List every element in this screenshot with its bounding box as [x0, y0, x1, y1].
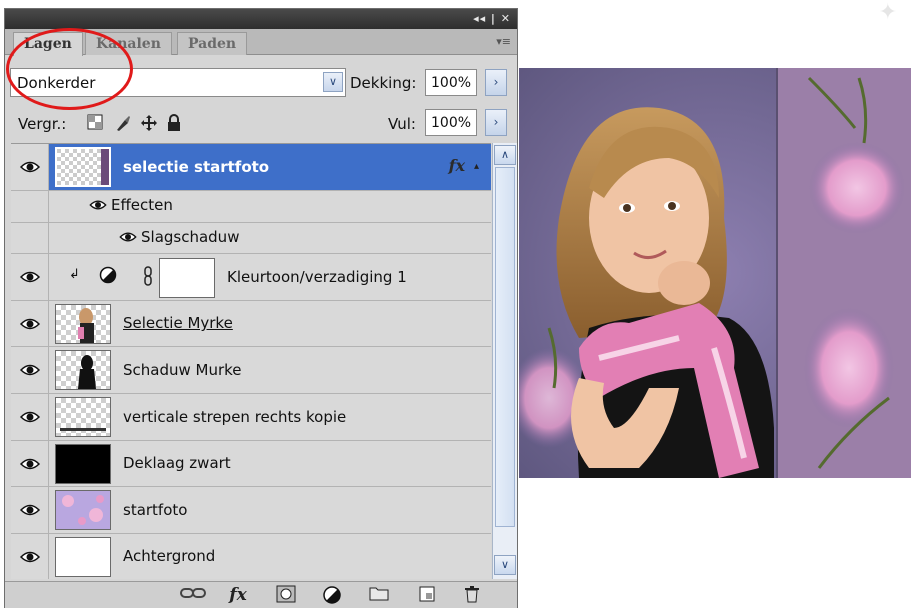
- girl-photo: [519, 68, 911, 478]
- eye-icon: [19, 270, 41, 284]
- fill-stepper[interactable]: ›: [485, 109, 507, 136]
- layer-name[interactable]: Selectie Myrke: [123, 314, 233, 332]
- layer-mask-thumbnail: [159, 258, 215, 298]
- panel-titlebar: ◂◂ | ✕: [5, 9, 517, 29]
- layer-row-startfoto[interactable]: startfoto: [11, 487, 491, 534]
- opacity-stepper[interactable]: ›: [485, 69, 507, 96]
- layer-name[interactable]: Kleurtoon/verzadiging 1: [227, 268, 407, 286]
- expand-effects-icon[interactable]: ▴: [474, 161, 479, 172]
- fx-badge-icon[interactable]: fx: [449, 156, 465, 175]
- opacity-field[interactable]: 100%: [425, 69, 477, 96]
- chain-link-icon[interactable]: [143, 266, 153, 290]
- lock-label: Vergr.:: [18, 115, 67, 133]
- effects-row[interactable]: Effecten: [11, 191, 491, 223]
- tab-lagen[interactable]: Lagen: [13, 32, 83, 56]
- eye-icon: [19, 503, 41, 517]
- layer-name[interactable]: Schaduw Murke: [123, 361, 242, 379]
- fill-label: Vul:: [388, 115, 416, 133]
- screenshot-stage: ◂◂ | ✕ Lagen Kanalen Paden ▾≡ Donkerder …: [0, 0, 911, 609]
- layer-row-verticale-strepen[interactable]: verticale strepen rechts kopie: [11, 394, 491, 441]
- adjustment-layer-icon: [99, 266, 117, 288]
- layer-name[interactable]: Deklaag zwart: [123, 454, 231, 472]
- visibility-toggle[interactable]: [11, 534, 49, 579]
- layer-thumbnail: [55, 444, 111, 484]
- padlock-icon[interactable]: [165, 114, 183, 132]
- layer-name[interactable]: startfoto: [123, 501, 187, 519]
- layers-bottom-toolbar: fx: [5, 581, 517, 608]
- panel-tabs: Lagen Kanalen Paden ▾≡: [5, 29, 517, 56]
- mask-icon[interactable]: [275, 585, 297, 605]
- layer-thumbnail: [55, 490, 111, 530]
- visibility-toggle[interactable]: [11, 254, 49, 300]
- layer-row-selectie-myrke[interactable]: Selectie Myrke: [11, 301, 491, 347]
- layers-panel: ◂◂ | ✕ Lagen Kanalen Paden ▾≡ Donkerder …: [4, 8, 518, 608]
- blend-row: Donkerder ∨ Dekking: 100% ›: [5, 65, 517, 101]
- layers-list: selectie startfoto fx ▴ Effecten Slagsch…: [11, 143, 491, 579]
- tab-kanalen[interactable]: Kanalen: [85, 32, 172, 55]
- layer-row-deklaag-zwart[interactable]: Deklaag zwart: [11, 441, 491, 487]
- layer-name[interactable]: verticale strepen rechts kopie: [123, 408, 346, 426]
- layer-thumbnail: [55, 147, 111, 187]
- chevron-down-icon[interactable]: ∨: [323, 72, 343, 92]
- fx-icon[interactable]: fx: [223, 585, 253, 605]
- effects-label: Effecten: [111, 196, 173, 214]
- blend-mode-select[interactable]: Donkerder ∨: [10, 68, 346, 97]
- photo-preview: [519, 68, 911, 478]
- layer-row-selectie-startfoto[interactable]: selectie startfoto fx ▴: [11, 144, 491, 191]
- move-lock-icon[interactable]: [140, 114, 158, 132]
- folder-icon[interactable]: [368, 585, 390, 605]
- eye-icon: [19, 550, 41, 564]
- layer-row-schaduw-murke[interactable]: Schaduw Murke: [11, 347, 491, 394]
- corner-watermark-icon: ✦: [878, 0, 897, 25]
- opacity-label: Dekking:: [350, 74, 417, 92]
- visibility-toggle[interactable]: [11, 441, 49, 486]
- eye-icon: [19, 160, 41, 174]
- scroll-thumb[interactable]: [495, 167, 515, 527]
- layer-row-kleurtoon[interactable]: ↲ Kleurtoon/verzadiging 1: [11, 254, 491, 301]
- panel-collapse-close-buttons[interactable]: ◂◂ | ✕: [473, 12, 511, 25]
- adjustment-icon[interactable]: [321, 585, 343, 605]
- new-layer-icon[interactable]: [416, 585, 438, 605]
- blend-mode-value: Donkerder: [17, 74, 96, 92]
- brush-lock-icon[interactable]: [114, 114, 132, 132]
- eye-icon: [19, 457, 41, 471]
- effect-row-slagschaduw[interactable]: Slagschaduw: [11, 223, 491, 254]
- scroll-up-button[interactable]: ∧: [494, 145, 516, 165]
- layer-row-achtergrond[interactable]: Achtergrond: [11, 534, 491, 579]
- eye-icon: [19, 410, 41, 424]
- lock-row: Vergr.: Vul: 100% ›: [5, 106, 517, 140]
- visibility-toggle[interactable]: [11, 394, 49, 440]
- layers-scrollbar[interactable]: ∧ ∨: [492, 143, 517, 579]
- layer-thumbnail: [55, 397, 111, 437]
- panel-menu-icon[interactable]: ▾≡: [496, 35, 511, 48]
- layer-thumbnail: [55, 350, 111, 390]
- visibility-toggle[interactable]: [11, 144, 49, 190]
- transparency-lock-icon[interactable]: [86, 114, 104, 132]
- effects-visibility-spacer: [11, 191, 49, 222]
- layer-name[interactable]: Achtergrond: [123, 547, 215, 565]
- fill-field[interactable]: 100%: [425, 109, 477, 136]
- effect-eye-icon[interactable]: [119, 229, 137, 247]
- visibility-toggle[interactable]: [11, 347, 49, 393]
- eye-icon: [19, 317, 41, 331]
- eye-icon: [19, 363, 41, 377]
- effect-name: Slagschaduw: [141, 228, 240, 246]
- layer-thumbnail: [55, 537, 111, 577]
- link-icon[interactable]: [179, 585, 207, 605]
- clipping-arrow-icon: ↲: [69, 267, 80, 282]
- visibility-toggle[interactable]: [11, 301, 49, 346]
- tab-paden[interactable]: Paden: [177, 32, 248, 55]
- layer-name[interactable]: selectie startfoto: [123, 158, 269, 176]
- effect-visibility-spacer: [11, 223, 49, 253]
- visibility-toggle[interactable]: [11, 487, 49, 533]
- layer-thumbnail: [55, 304, 111, 344]
- trash-icon[interactable]: [461, 585, 483, 605]
- effects-eye-icon[interactable]: [89, 197, 107, 215]
- scroll-down-button[interactable]: ∨: [494, 555, 516, 575]
